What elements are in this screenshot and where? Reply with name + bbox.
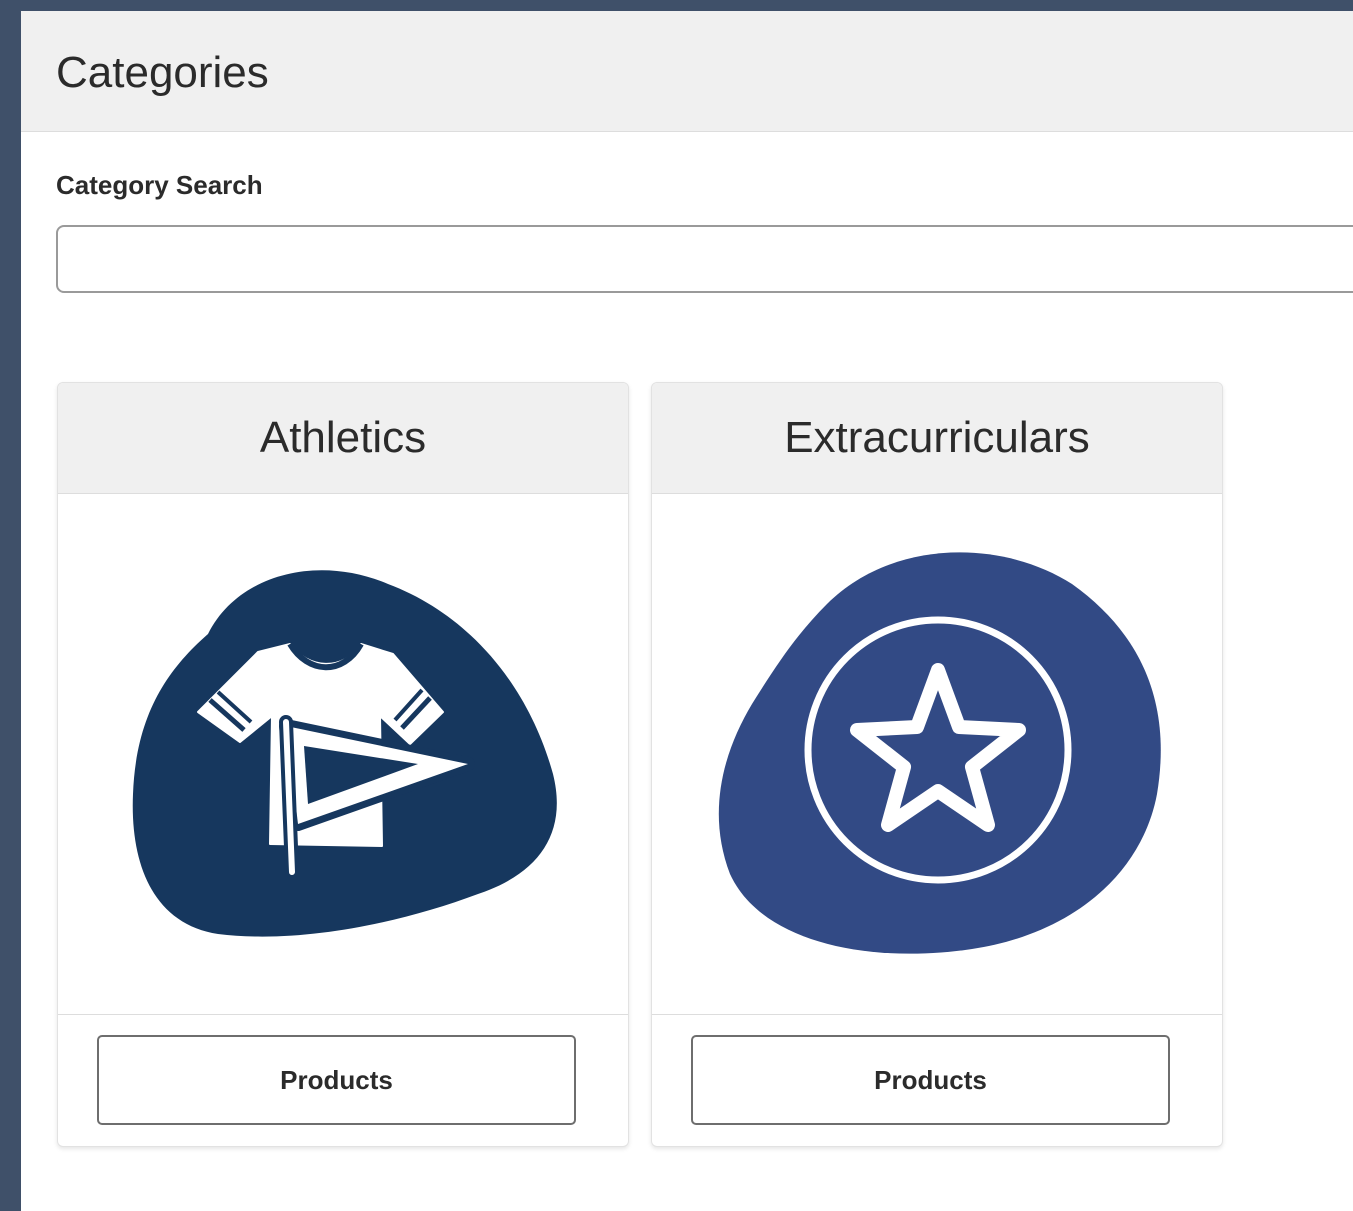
card-title: Extracurriculars — [784, 413, 1090, 462]
products-button-extracurriculars[interactable]: Products — [691, 1035, 1170, 1125]
card-footer: Products — [58, 1015, 628, 1146]
blob-shape — [718, 552, 1161, 954]
card-header: Athletics — [58, 383, 628, 494]
card-image-area — [58, 494, 628, 1015]
jersey-pennant-icon — [132, 570, 557, 937]
category-card-athletics: Athletics Products — [57, 382, 629, 1147]
card-footer: Products — [652, 1015, 1222, 1146]
card-title: Athletics — [259, 413, 427, 462]
categories-panel: Categories Category Search Athletics Pro… — [21, 11, 1353, 1211]
category-search-label: Category Search — [56, 170, 263, 200]
page-title: Categories — [56, 48, 269, 97]
star-badge-icon — [718, 552, 1161, 954]
card-image-area — [652, 494, 1222, 1015]
category-card-extracurriculars: Extracurriculars Products — [651, 382, 1223, 1147]
card-header: Extracurriculars — [652, 383, 1222, 494]
panel-header: Categories — [21, 11, 1353, 132]
category-search-input[interactable] — [56, 225, 1353, 293]
products-button-athletics[interactable]: Products — [97, 1035, 576, 1125]
